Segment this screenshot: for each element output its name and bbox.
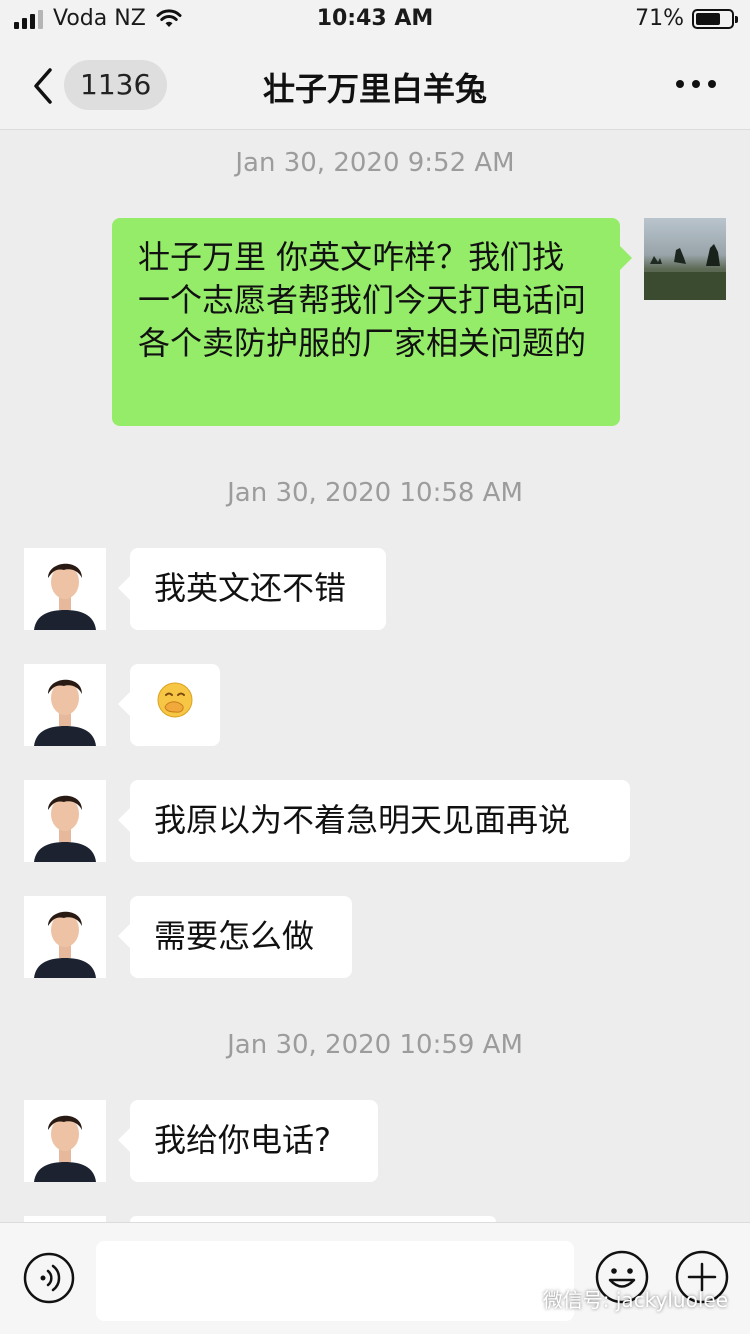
more-dots-icon [676,80,684,88]
voice-icon[interactable] [22,1251,76,1305]
message-input-bar [0,1222,750,1334]
contact-portrait [24,896,106,978]
incoming-message-bubble[interactable]: 我英文还不错 [118,548,386,630]
contact-avatar[interactable] [24,664,106,746]
contact-portrait [24,664,106,746]
hand-over-mouth-emoji-icon [157,682,193,718]
contact-avatar[interactable] [24,548,106,630]
status-right: 71% [635,6,738,31]
incoming-message-bubble[interactable]: 我原以为不着急明天见面再说 [118,780,630,862]
contact-avatar[interactable] [24,1100,106,1182]
message-timestamp: Jan 30, 2020 10:58 AM [227,478,523,508]
battery-percent: 71% [635,6,684,31]
contact-avatar[interactable] [24,780,106,862]
message-input[interactable] [96,1241,574,1321]
incoming-message-bubble[interactable]: 需要怎么做 [118,896,352,978]
contact-avatar[interactable] [24,896,106,978]
chat-nav-bar: 1136 壮子万里白羊兔 [0,40,750,130]
horse-riders-photo [644,244,726,300]
message-timestamp: Jan 30, 2020 9:52 AM [235,148,515,178]
incoming-message-bubble[interactable]: 我给你电话? [118,1100,378,1182]
wechat-logo-icon [506,1287,536,1309]
contact-portrait [24,780,106,862]
incoming-emoji-bubble[interactable] [118,664,220,746]
message-timestamp: Jan 30, 2020 10:59 AM [227,1030,523,1060]
contact-portrait [24,1100,106,1182]
contact-portrait [24,548,106,630]
battery-icon [692,8,738,29]
watermark-text: 微信号: jackyluolee [542,1288,728,1312]
outgoing-message-bubble[interactable]: 壮子万里 你英文咋样？我们找一个志愿者帮我们今天打电话问各个卖防护服的厂家相关问… [112,218,632,426]
more-options-button[interactable] [676,70,716,88]
wechat-watermark: 微信号: jackyluolee [506,1284,728,1313]
my-avatar[interactable] [644,218,726,300]
chat-title: 壮子万里白羊兔 [262,70,487,108]
status-bar: Voda NZ 10:43 AM 71% [0,0,750,40]
battery-fill [696,12,721,25]
